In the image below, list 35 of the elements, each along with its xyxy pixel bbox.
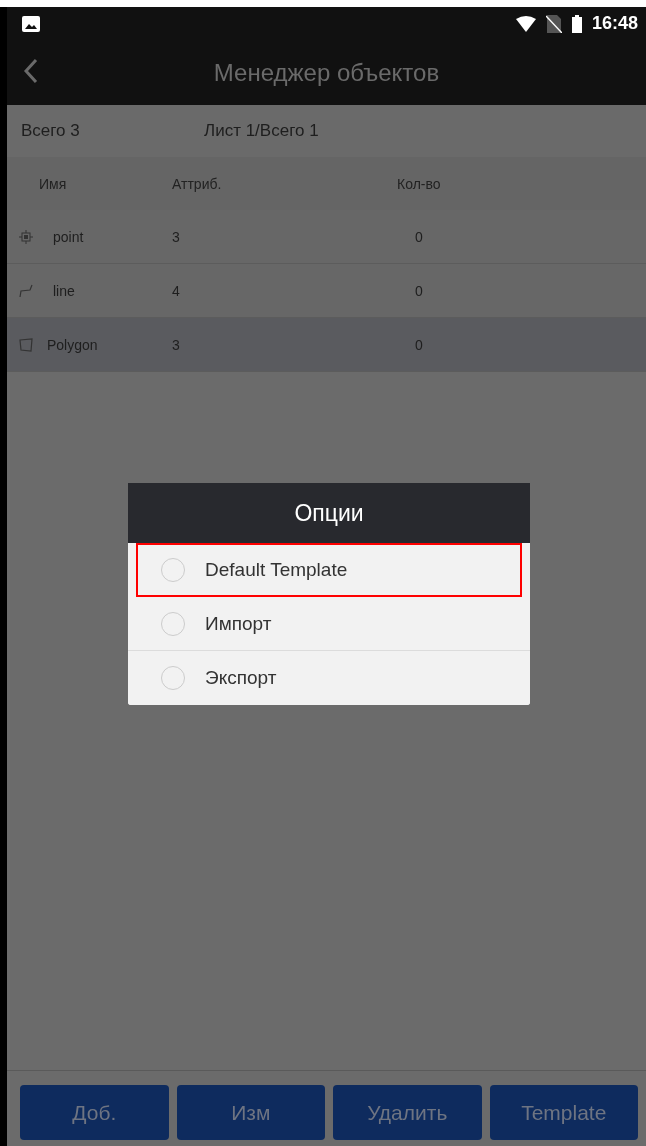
battery-icon (571, 14, 582, 33)
attribute-cell: 3 (172, 228, 180, 245)
column-header: Аттриб. (172, 175, 223, 192)
action-button[interactable]: Template (489, 1085, 638, 1140)
attribute-cell: 4 (172, 282, 180, 299)
table-row[interactable]: point 3 0 (7, 210, 646, 264)
polygon-icon (19, 337, 33, 352)
option-label: Default Template (205, 558, 348, 581)
column-header: Кол-во (396, 175, 442, 192)
count-cell: 0 (415, 228, 423, 245)
page-indicator: Лист 1/Всего 1 (204, 121, 320, 141)
dialog-title: Опции (294, 499, 364, 527)
option-item[interactable]: Default Template (136, 543, 522, 597)
name-cell: line (53, 282, 75, 299)
option-label: Импорт (205, 612, 272, 635)
total-count: Всего 3 (21, 121, 81, 141)
no-sim-icon (545, 14, 562, 33)
count-cell: 0 (415, 336, 423, 353)
table-row[interactable]: Polygon 3 0 (7, 318, 646, 372)
action-button[interactable]: Доб. (20, 1085, 169, 1140)
screen-title: Менеджер объектов (213, 58, 440, 86)
point-icon (19, 229, 33, 244)
count-cell: 0 (415, 282, 423, 299)
action-button[interactable]: Изм (176, 1085, 325, 1140)
action-button[interactable]: Удалить (333, 1085, 482, 1140)
table-row[interactable]: line 4 0 (7, 264, 646, 318)
status-time: 16:48 (591, 13, 638, 34)
name-cell: Polygon (47, 336, 98, 353)
polyline-icon (19, 283, 33, 298)
option-label: Экспорт (205, 667, 277, 689)
name-cell: point (53, 228, 84, 245)
wifi-icon (515, 15, 536, 32)
attribute-cell: 3 (172, 336, 180, 353)
image-icon (22, 15, 40, 32)
column-header: Имя (38, 175, 68, 192)
